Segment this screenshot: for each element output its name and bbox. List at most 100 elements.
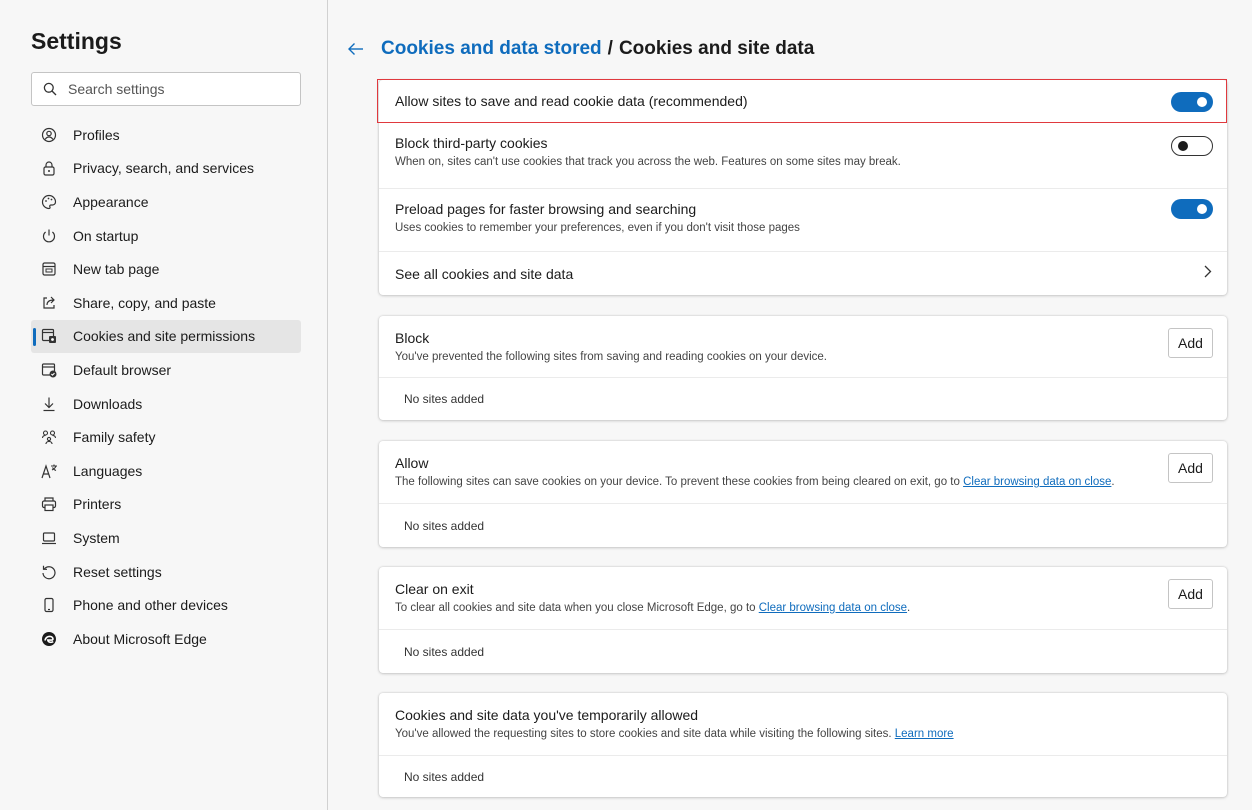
sidebar-item-label: Privacy, search, and services bbox=[73, 160, 255, 177]
empty-state-text: No sites added bbox=[404, 769, 485, 784]
allow-desc-end: . bbox=[1111, 476, 1115, 488]
preload-row[interactable]: Preload pages for faster browsing and se… bbox=[379, 189, 1227, 252]
clear-on-exit-add-button[interactable]: Add bbox=[1168, 579, 1213, 609]
page-title: Cookies and site data bbox=[618, 38, 815, 59]
block-empty-row: No sites added bbox=[379, 378, 1227, 420]
block-third-party-desc: When on, sites can't use cookies that tr… bbox=[395, 156, 901, 168]
sidebar-item-languages[interactable]: Languages bbox=[31, 454, 301, 488]
sidebar-item-reset[interactable]: Reset settings bbox=[31, 555, 301, 589]
search-box[interactable] bbox=[31, 72, 301, 106]
back-arrow-icon[interactable] bbox=[347, 42, 381, 56]
see-all-cookies-row[interactable]: See all cookies and site data bbox=[379, 252, 1227, 295]
block-title: Block bbox=[395, 330, 430, 346]
sidebar-item-about[interactable]: About Microsoft Edge bbox=[31, 622, 301, 656]
main-content: Cookies and data stored / Cookies and si… bbox=[329, 0, 1252, 810]
clear-on-exit-card: Clear on exit To clear all cookies and s… bbox=[379, 567, 1227, 673]
breadcrumb-separator: / bbox=[607, 38, 613, 59]
empty-state-text: No sites added bbox=[404, 644, 485, 659]
temporarily-allowed-title: Cookies and site data you've temporarily… bbox=[395, 707, 699, 723]
palette-icon bbox=[41, 193, 63, 211]
chevron-right-icon bbox=[1203, 264, 1213, 283]
edge-logo-icon bbox=[41, 630, 63, 648]
sidebar-item-label: System bbox=[73, 529, 120, 546]
block-third-party-row[interactable]: Block third-party cookies When on, sites… bbox=[379, 123, 1227, 189]
block-add-button[interactable]: Add bbox=[1168, 328, 1213, 358]
sidebar-item-appearance[interactable]: Appearance bbox=[31, 185, 301, 219]
sidebar-item-startup[interactable]: On startup bbox=[31, 219, 301, 253]
allow-title: Allow bbox=[395, 455, 429, 471]
sidebar-item-label: Printers bbox=[73, 496, 122, 513]
laptop-icon bbox=[41, 529, 63, 547]
sidebar-item-label: On startup bbox=[73, 227, 139, 244]
sidebar-item-label: Cookies and site permissions bbox=[73, 328, 256, 345]
preload-toggle[interactable] bbox=[1171, 199, 1213, 219]
share-icon bbox=[41, 294, 63, 312]
allow-desc-text: The following sites can save cookies on … bbox=[395, 476, 964, 488]
search-input[interactable] bbox=[68, 81, 288, 97]
profile-icon bbox=[41, 126, 63, 144]
block-header-row: Block You've prevented the following sit… bbox=[379, 316, 1227, 378]
cookie-settings-card: Allow sites to save and read cookie data… bbox=[379, 80, 1227, 295]
breadcrumb-parent-link[interactable]: Cookies and data stored bbox=[381, 38, 602, 60]
sidebar-item-default-browser[interactable]: Default browser bbox=[31, 353, 301, 387]
clear-on-exit-header-row: Clear on exit To clear all cookies and s… bbox=[379, 567, 1227, 630]
sidebar-item-downloads[interactable]: Downloads bbox=[31, 387, 301, 421]
sidebar-item-label: Profiles bbox=[73, 126, 120, 143]
lock-icon bbox=[41, 159, 63, 177]
sidebar-item-label: About Microsoft Edge bbox=[73, 630, 207, 647]
sidebar-item-system[interactable]: System bbox=[31, 521, 301, 555]
settings-title: Settings bbox=[31, 28, 122, 54]
sidebar-item-family[interactable]: Family safety bbox=[31, 420, 301, 454]
block-third-party-toggle[interactable] bbox=[1171, 136, 1213, 156]
allow-card: Allow The following sites can save cooki… bbox=[379, 441, 1227, 547]
family-icon bbox=[41, 428, 63, 446]
download-icon bbox=[41, 395, 63, 413]
printer-icon bbox=[41, 495, 63, 513]
empty-state-text: No sites added bbox=[404, 392, 485, 406]
block-desc: You've prevented the following sites fro… bbox=[395, 351, 828, 363]
allow-cookies-toggle[interactable] bbox=[1171, 92, 1213, 112]
sidebar-item-profiles[interactable]: Profiles bbox=[31, 118, 301, 152]
sidebar-item-label: Default browser bbox=[73, 361, 172, 378]
sidebar-item-share[interactable]: Share, copy, and paste bbox=[31, 286, 301, 320]
temporarily-allowed-empty-row: No sites added bbox=[379, 756, 1227, 797]
block-card: Block You've prevented the following sit… bbox=[379, 316, 1227, 420]
sidebar-item-label: Reset settings bbox=[73, 563, 162, 580]
power-icon bbox=[41, 227, 63, 245]
sidebar-item-label: Appearance bbox=[73, 193, 149, 210]
sidebar-item-label: Languages bbox=[73, 462, 143, 479]
sidebar-item-label: Family safety bbox=[73, 429, 156, 446]
phone-icon bbox=[41, 596, 63, 614]
breadcrumb: Cookies and data stored / Cookies and si… bbox=[347, 36, 814, 62]
reset-icon bbox=[41, 563, 63, 581]
learn-more-link[interactable]: Learn more bbox=[895, 728, 954, 740]
allow-cookies-row[interactable]: Allow sites to save and read cookie data… bbox=[379, 80, 1227, 123]
temporarily-allowed-header-row: Cookies and site data you've temporarily… bbox=[379, 693, 1227, 756]
sidebar-item-privacy[interactable]: Privacy, search, and services bbox=[31, 152, 301, 186]
clear-on-exit-desc-text: To clear all cookies and site data when … bbox=[395, 602, 759, 614]
clear-browsing-data-link[interactable]: Clear browsing data on close bbox=[759, 602, 907, 614]
clear-browsing-data-link[interactable]: Clear browsing data on close bbox=[963, 476, 1111, 488]
sidebar-item-label: Downloads bbox=[73, 395, 143, 412]
cookies-icon bbox=[41, 327, 63, 345]
empty-state-text: No sites added bbox=[404, 518, 485, 533]
sidebar-item-label: Share, copy, and paste bbox=[73, 294, 216, 311]
preload-desc: Uses cookies to remember your preference… bbox=[395, 222, 800, 234]
temporarily-allowed-card: Cookies and site data you've temporarily… bbox=[379, 693, 1227, 797]
default-browser-icon bbox=[41, 361, 63, 379]
block-third-party-label: Block third-party cookies bbox=[395, 135, 548, 151]
sidebar-item-printers[interactable]: Printers bbox=[31, 488, 301, 522]
clear-on-exit-title: Clear on exit bbox=[395, 581, 474, 597]
sidebar-item-cookies[interactable]: Cookies and site permissions bbox=[31, 319, 301, 354]
search-icon bbox=[32, 82, 68, 96]
allow-cookies-label: Allow sites to save and read cookie data… bbox=[395, 93, 748, 109]
sidebar: Settings Profiles Privacy, search, and s… bbox=[0, 0, 328, 810]
toggle-knob bbox=[1178, 141, 1188, 151]
sidebar-item-phone[interactable]: Phone and other devices bbox=[31, 588, 301, 622]
allow-header-row: Allow The following sites can save cooki… bbox=[379, 441, 1227, 504]
sidebar-item-label: Phone and other devices bbox=[73, 597, 228, 614]
temporarily-allowed-desc-text: You've allowed the requesting sites to s… bbox=[395, 728, 895, 740]
preload-label: Preload pages for faster browsing and se… bbox=[395, 201, 697, 217]
sidebar-item-new-tab[interactable]: New tab page bbox=[31, 252, 301, 286]
allow-add-button[interactable]: Add bbox=[1168, 453, 1213, 483]
